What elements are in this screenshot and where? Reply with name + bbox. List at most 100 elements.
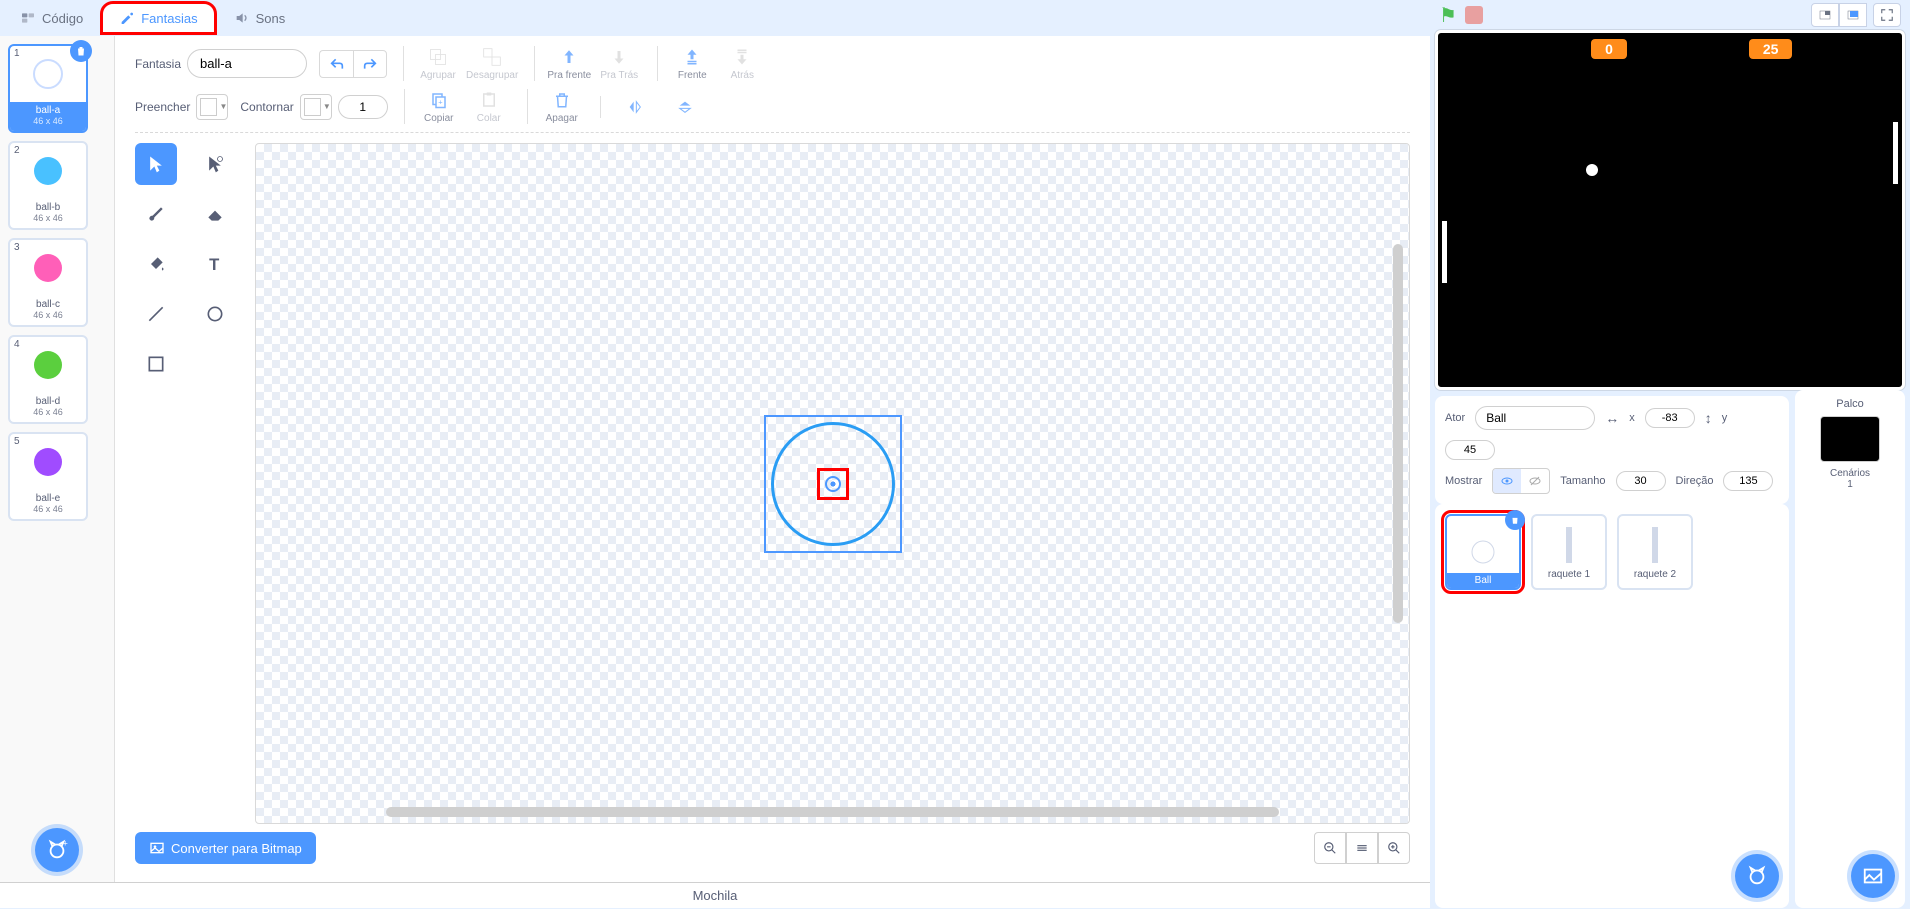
stage-thumbnail[interactable] bbox=[1820, 416, 1880, 462]
ungroup-button[interactable]: Desagrupar bbox=[466, 46, 518, 81]
sprite-delete-button[interactable] bbox=[1505, 510, 1525, 530]
add-sprite-button[interactable] bbox=[1735, 854, 1779, 898]
undo-icon bbox=[329, 56, 345, 72]
show-label: Mostrar bbox=[1445, 475, 1482, 487]
tool-palette: T bbox=[135, 143, 245, 824]
left-paddle-sprite[interactable] bbox=[1442, 221, 1447, 283]
sprite-tile-ball[interactable]: Ball bbox=[1445, 514, 1521, 590]
green-flag-button[interactable]: ⚑ bbox=[1439, 3, 1457, 28]
paste-button[interactable]: Colar bbox=[467, 89, 511, 124]
redo-button[interactable] bbox=[353, 50, 387, 78]
tab-code[interactable]: Código bbox=[2, 2, 101, 34]
square-icon bbox=[146, 354, 166, 374]
sprite-thumb bbox=[1469, 530, 1497, 574]
tab-costumes[interactable]: Fantasias bbox=[101, 2, 215, 34]
costume-name-label: ball-c bbox=[10, 299, 86, 310]
undo-button[interactable] bbox=[319, 50, 353, 78]
zoom-in-button[interactable] bbox=[1378, 832, 1410, 864]
stage[interactable]: 0 25 bbox=[1435, 30, 1905, 390]
forward-button[interactable]: Pra frente bbox=[547, 46, 591, 81]
stage-large-button[interactable] bbox=[1839, 3, 1867, 27]
brush-tool[interactable] bbox=[135, 193, 177, 235]
outline-color-picker[interactable]: ▼ bbox=[300, 94, 332, 120]
stage-small-button[interactable] bbox=[1811, 3, 1839, 27]
chevron-down-icon: ▼ bbox=[219, 102, 227, 111]
fullscreen-icon bbox=[1880, 8, 1894, 22]
rect-tool[interactable] bbox=[135, 343, 177, 385]
zoom-out-button[interactable] bbox=[1314, 832, 1346, 864]
costume-item-3[interactable]: 3 ball-c46 x 46 bbox=[8, 238, 88, 327]
cat-plus-icon bbox=[1746, 865, 1768, 887]
stop-button[interactable] bbox=[1465, 6, 1483, 24]
paste-icon bbox=[480, 91, 498, 109]
sprite-list: Ball raquete 1 raquete 2 bbox=[1435, 504, 1789, 908]
line-icon bbox=[146, 304, 166, 324]
sprite-name-label: raquete 1 bbox=[1546, 567, 1592, 582]
x-label: x bbox=[1629, 412, 1635, 424]
add-backdrop-button[interactable] bbox=[1851, 854, 1895, 898]
costume-item-2[interactable]: 2 ball-b46 x 46 bbox=[8, 141, 88, 230]
pointer-icon bbox=[146, 154, 166, 174]
copy-button[interactable]: +Copiar bbox=[417, 89, 461, 124]
costume-number: 3 bbox=[14, 242, 20, 253]
costume-item-5[interactable]: 5 ball-e46 x 46 bbox=[8, 432, 88, 521]
front-button[interactable]: Frente bbox=[670, 46, 714, 81]
svg-text:T: T bbox=[209, 255, 219, 274]
costume-dims: 46 x 46 bbox=[10, 213, 86, 223]
backpack-bar[interactable]: Mochila bbox=[0, 882, 1430, 908]
sprite-x-input[interactable] bbox=[1645, 408, 1695, 428]
zoom-out-icon bbox=[1323, 841, 1337, 855]
stage-panel-title: Palco bbox=[1836, 398, 1864, 410]
delete-button[interactable]: Apagar bbox=[540, 89, 584, 124]
sprite-size-input[interactable] bbox=[1616, 471, 1666, 491]
tab-sounds[interactable]: Sons bbox=[216, 2, 304, 34]
fullscreen-button[interactable] bbox=[1873, 3, 1901, 27]
left-score: 0 bbox=[1591, 39, 1627, 59]
fill-swatch bbox=[200, 98, 217, 116]
sprite-tile-raquete2[interactable]: raquete 2 bbox=[1617, 514, 1693, 590]
canvas-scrollbar-vertical[interactable] bbox=[1393, 244, 1403, 623]
back-button[interactable]: Atrás bbox=[720, 46, 764, 81]
text-tool[interactable]: T bbox=[194, 243, 236, 285]
costume-item-1[interactable]: 1 ball-a46 x 46 bbox=[8, 44, 88, 133]
ball-sprite[interactable] bbox=[1586, 164, 1598, 176]
costume-number: 2 bbox=[14, 145, 20, 156]
sprite-direction-input[interactable] bbox=[1723, 471, 1773, 491]
sprite-name-input[interactable] bbox=[1475, 406, 1595, 430]
zoom-reset-button[interactable] bbox=[1346, 832, 1378, 864]
sprite-tile-raquete1[interactable]: raquete 1 bbox=[1531, 514, 1607, 590]
hide-sprite-button[interactable] bbox=[1521, 469, 1549, 493]
tab-code-label: Código bbox=[42, 11, 83, 26]
stage-panel: Palco Cenários 1 bbox=[1795, 390, 1905, 908]
costume-thumb bbox=[10, 143, 86, 199]
sprite-name-label: Ball bbox=[1447, 573, 1519, 588]
select-tool[interactable] bbox=[135, 143, 177, 185]
outline-width-input[interactable] bbox=[338, 95, 388, 119]
circle-tool[interactable] bbox=[194, 293, 236, 335]
zoom-reset-icon bbox=[1355, 841, 1369, 855]
right-paddle-sprite[interactable] bbox=[1893, 122, 1898, 184]
costume-name-input[interactable] bbox=[187, 49, 307, 78]
tabs-row: Código Fantasias Sons bbox=[0, 0, 1430, 36]
delete-costume-button[interactable] bbox=[70, 40, 92, 62]
reshape-tool[interactable] bbox=[194, 143, 236, 185]
paint-canvas[interactable] bbox=[255, 143, 1410, 824]
fill-color-picker[interactable]: ▼ bbox=[196, 94, 228, 120]
flip-vertical-button[interactable] bbox=[663, 96, 707, 118]
convert-bitmap-button[interactable]: Converter para Bitmap bbox=[135, 832, 316, 864]
add-costume-button[interactable]: + bbox=[35, 828, 79, 872]
fill-tool[interactable] bbox=[135, 243, 177, 285]
flip-horizontal-button[interactable] bbox=[613, 96, 657, 118]
group-button[interactable]: Agrupar bbox=[416, 46, 460, 81]
costume-dims: 46 x 46 bbox=[10, 116, 86, 126]
backward-button[interactable]: Pra Trás bbox=[597, 46, 641, 81]
line-tool[interactable] bbox=[135, 293, 177, 335]
eraser-tool[interactable] bbox=[194, 193, 236, 235]
tab-costumes-label: Fantasias bbox=[141, 11, 197, 26]
y-arrow-icon: ↕ bbox=[1705, 410, 1712, 426]
show-sprite-button[interactable] bbox=[1493, 469, 1521, 493]
costume-item-4[interactable]: 4 ball-d46 x 46 bbox=[8, 335, 88, 424]
selection-box[interactable] bbox=[764, 415, 902, 553]
sprite-y-input[interactable] bbox=[1445, 440, 1495, 460]
canvas-scrollbar-horizontal[interactable] bbox=[386, 807, 1279, 817]
